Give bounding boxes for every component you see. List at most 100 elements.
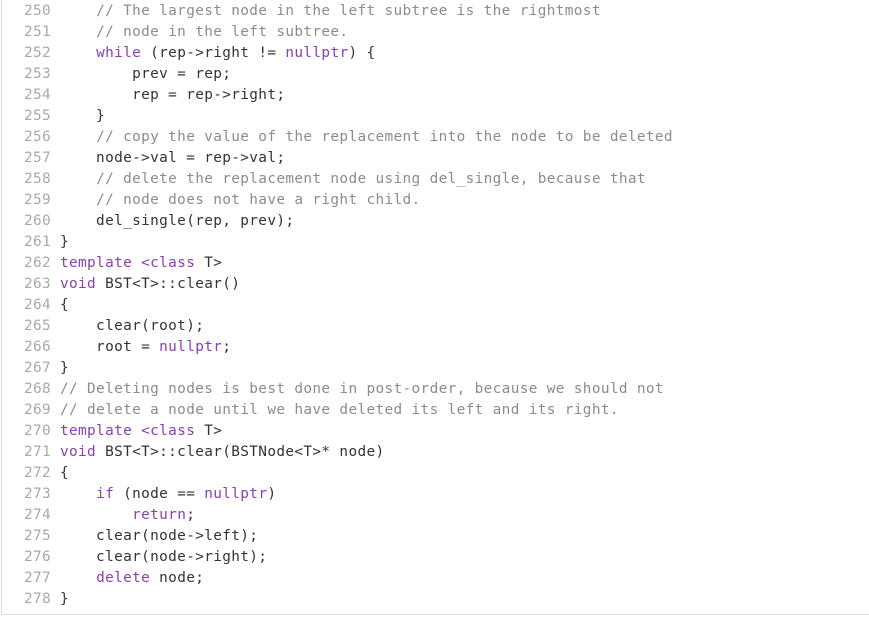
line-number: 260 (23, 213, 51, 229)
code-text: void BST<T>::clear(BSTNode<T>* node) (51, 442, 385, 463)
code-token: (node == (114, 486, 205, 502)
keyword-token: <class (141, 423, 196, 439)
code-text: rep = rep->right; (51, 85, 285, 106)
code-text: } (51, 106, 105, 127)
line-number: 255 (23, 108, 51, 124)
line-number: 266 (23, 339, 51, 355)
code-text: } (51, 589, 69, 610)
code-token: root = (60, 339, 160, 355)
line-number: 277 (23, 570, 51, 586)
code-text: template <class T> (51, 421, 222, 442)
keyword-token: while (96, 45, 142, 61)
code-token: } (60, 108, 106, 124)
keyword-token: nullptr (285, 45, 349, 61)
code-line: 275 clear(node->left); (2, 526, 258, 547)
line-number: 259 (23, 192, 51, 208)
line-number: 275 (23, 528, 51, 544)
code-line: 266 root = nullptr; (2, 337, 231, 358)
line-number: 269 (23, 402, 51, 418)
line-number: 256 (23, 129, 51, 145)
code-line: 259 // node does not have a right child. (2, 190, 421, 211)
comment-token: // node does not have a right child. (96, 192, 421, 208)
code-text: node->val = rep->val; (51, 148, 285, 169)
code-text: clear(node->left); (51, 526, 258, 547)
code-line: 264 { (2, 295, 69, 316)
code-line: 258 // delete the replacement node using… (2, 169, 646, 190)
code-token: } (60, 234, 70, 250)
code-text: // copy the value of the replacement int… (51, 127, 673, 148)
line-number: 258 (23, 171, 51, 187)
code-line: 273 if (node == nullptr) (2, 484, 276, 505)
code-line: 252 while (rep->right != nullptr) { (2, 43, 376, 64)
code-text: template <class T> (51, 253, 222, 274)
comment-token: // The largest node in the left subtree … (96, 3, 601, 19)
line-number: 267 (23, 360, 51, 376)
comment-token: // node in the left subtree. (96, 24, 349, 40)
code-token: BST<T>::clear() (96, 276, 241, 292)
line-number: 272 (23, 465, 51, 481)
line-number: 263 (23, 276, 51, 292)
keyword-token: void (60, 276, 97, 292)
code-line: 274 return; (2, 505, 195, 526)
code-token: clear(node->left); (60, 528, 259, 544)
code-text: if (node == nullptr) (51, 484, 276, 505)
code-text: prev = rep; (51, 64, 231, 85)
line-number: 253 (23, 66, 51, 82)
code-line: 257 node->val = rep->val; (2, 148, 285, 169)
keyword-token: if (96, 486, 115, 502)
comment-token: // copy the value of the replacement int… (96, 129, 673, 145)
code-text: root = nullptr; (51, 337, 231, 358)
line-number: 271 (23, 444, 51, 460)
comment-token: // delete the replacement node using del… (96, 171, 646, 187)
keyword-token: void (60, 444, 97, 460)
line-number: 261 (23, 234, 51, 250)
code-text: } (51, 358, 69, 379)
line-number: 268 (23, 381, 51, 397)
comment-token: // delete a node until we have deleted i… (60, 402, 619, 418)
line-number: 262 (23, 255, 51, 271)
code-text: // Deleting nodes is best done in post-o… (51, 379, 664, 400)
keyword-token: return (132, 507, 187, 523)
code-token: del_single(rep, prev); (60, 213, 295, 229)
code-token: node; (150, 570, 205, 586)
code-line: 267} (2, 358, 69, 379)
code-text: { (51, 463, 69, 484)
code-token: T> (195, 255, 223, 271)
code-text: return; (51, 505, 195, 526)
keyword-token: <class (141, 255, 196, 271)
keyword-token: nullptr (204, 486, 268, 502)
line-number: 270 (23, 423, 51, 439)
line-number: 276 (23, 549, 51, 565)
code-token: ) { (348, 45, 376, 61)
code-token: ) (267, 486, 277, 502)
code-text: // delete a node until we have deleted i… (51, 400, 619, 421)
code-line: 270 template <class T> (2, 421, 222, 442)
code-text: // delete the replacement node using del… (51, 169, 646, 190)
code-line: 253 prev = rep; (2, 64, 231, 85)
line-number: 274 (23, 507, 51, 523)
keyword-token: template (60, 423, 133, 439)
keyword-token: template (60, 255, 133, 271)
code-line: 262 template <class T> (2, 253, 222, 274)
code-token: node->val = rep->val; (60, 150, 286, 166)
code-line: 260 del_single(rep, prev); (2, 211, 294, 232)
code-text: } (51, 232, 69, 253)
line-number: 257 (23, 150, 51, 166)
line-number: 252 (23, 45, 51, 61)
code-text: clear(root); (51, 316, 204, 337)
code-token: prev = rep; (60, 66, 232, 82)
code-token: } (60, 360, 70, 376)
code-line: 255 } (2, 106, 105, 127)
line-number: 265 (23, 318, 51, 334)
code-token: } (60, 591, 70, 607)
code-text: { (51, 295, 69, 316)
code-text: void BST<T>::clear() (51, 274, 240, 295)
code-text: delete node; (51, 568, 204, 589)
